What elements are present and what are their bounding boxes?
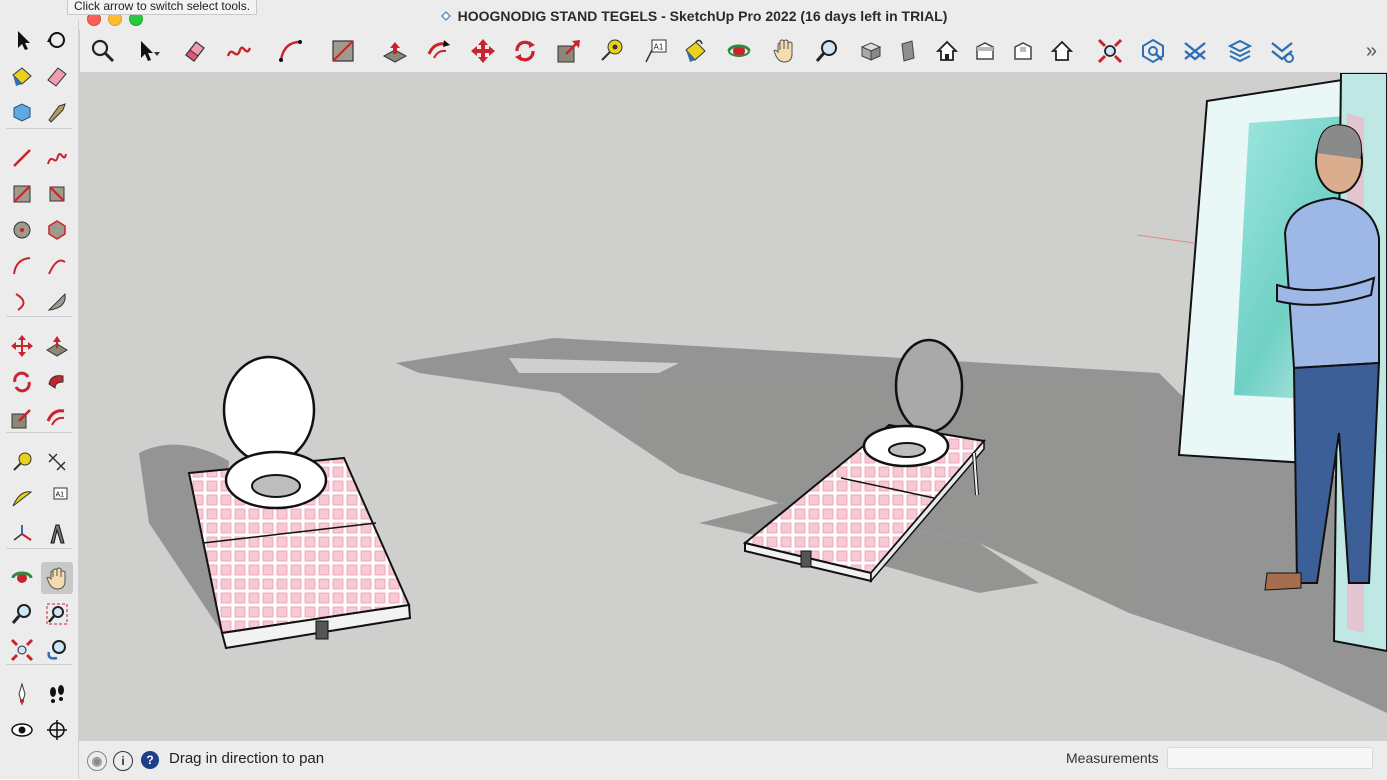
window-title-text: HOOGNODIG STAND TEGELS - SketchUp Pro 20… <box>457 8 948 24</box>
search-tools-icon[interactable] <box>88 36 118 66</box>
scale-icon[interactable] <box>6 402 38 434</box>
arc-icon[interactable] <box>276 36 306 66</box>
pie-icon[interactable] <box>41 286 73 318</box>
line-icon[interactable] <box>6 142 38 174</box>
move-icon[interactable] <box>468 36 498 66</box>
front-view-icon[interactable] <box>932 36 962 66</box>
left-toilet-board[interactable] <box>187 355 412 650</box>
tag-icon[interactable] <box>41 96 73 128</box>
pan-icon[interactable] <box>770 36 800 66</box>
drawing-viewport[interactable] <box>79 73 1387 740</box>
push-pull-icon[interactable] <box>41 330 73 362</box>
credits-icon[interactable]: i <box>113 751 133 771</box>
eraser-icon[interactable] <box>180 36 210 66</box>
move-icon[interactable] <box>6 330 38 362</box>
back-view-icon[interactable] <box>1008 36 1038 66</box>
select-icon[interactable] <box>6 24 38 56</box>
top-view-icon[interactable] <box>893 36 923 66</box>
look-around-icon[interactable] <box>6 714 38 746</box>
svg-text:A1: A1 <box>56 492 65 499</box>
paint-bucket-icon[interactable] <box>6 60 38 92</box>
zoom-extents-icon[interactable] <box>6 634 38 666</box>
extension-manager-icon[interactable] <box>1267 36 1297 66</box>
dimension-icon[interactable] <box>41 446 73 478</box>
scale-icon[interactable] <box>554 36 584 66</box>
zoom-window-icon[interactable] <box>41 598 73 630</box>
component-icon[interactable] <box>6 96 38 128</box>
svg-text:A1: A1 <box>654 43 664 52</box>
orbit-tool-icon[interactable] <box>6 562 38 594</box>
eraser-icon[interactable] <box>41 60 73 92</box>
freehand-icon[interactable] <box>224 36 254 66</box>
warehouse-icon[interactable] <box>1138 36 1168 66</box>
measurements-label: Measurements <box>1066 750 1159 766</box>
toolbar-separator <box>6 128 72 129</box>
circle-icon[interactable] <box>6 214 38 246</box>
axis-line <box>1136 234 1195 244</box>
main-toolbar: A1 » <box>80 30 1387 73</box>
rotated-rectangle-icon[interactable] <box>41 178 73 210</box>
tape-measure-icon[interactable] <box>6 446 38 478</box>
offset-icon[interactable] <box>424 36 454 66</box>
layout-icon[interactable] <box>1225 36 1255 66</box>
left-view-icon[interactable] <box>1047 36 1077 66</box>
offset-icon[interactable] <box>41 402 73 434</box>
zoom-icon[interactable] <box>6 598 38 630</box>
walk-icon[interactable] <box>41 678 73 710</box>
pan-icon[interactable] <box>41 562 73 594</box>
model-scene[interactable] <box>79 73 1387 740</box>
status-hint: Drag in direction to pan <box>169 750 325 767</box>
text-icon[interactable]: A1 <box>41 482 73 514</box>
3d-text-icon[interactable] <box>41 518 73 550</box>
two-point-arc-icon[interactable] <box>41 250 73 282</box>
text-icon[interactable]: A1 <box>640 36 670 66</box>
right-view-icon[interactable] <box>970 36 1000 66</box>
orbit-icon[interactable] <box>41 24 73 56</box>
iso-view-icon[interactable] <box>856 36 886 66</box>
rectangle-icon[interactable] <box>328 36 358 66</box>
protractor-icon[interactable] <box>6 482 38 514</box>
extension-warehouse-icon[interactable] <box>1180 36 1210 66</box>
chevron-right-icon[interactable]: » <box>1366 40 1377 63</box>
zoom-extents-icon[interactable] <box>1095 36 1125 66</box>
tape-measure-icon[interactable] <box>596 36 626 66</box>
polygon-icon[interactable] <box>41 214 73 246</box>
tool-sidebar: A1 <box>0 20 79 779</box>
status-bar: ◉ i ? Drag in direction to pan Measureme… <box>79 740 1387 780</box>
measurements-input[interactable] <box>1167 747 1373 769</box>
sketchup-window: HOOGNODIG STAND TEGELS - SketchUp Pro 20… <box>0 0 1387 780</box>
orbit-icon[interactable] <box>724 36 754 66</box>
axes-icon[interactable] <box>6 518 38 550</box>
freehand-icon[interactable] <box>41 142 73 174</box>
three-point-arc-icon[interactable] <box>6 286 38 318</box>
follow-me-icon[interactable] <box>41 366 73 398</box>
instructor-help-icon[interactable]: ? <box>141 751 159 769</box>
position-camera-icon[interactable] <box>6 678 38 710</box>
geo-location-icon[interactable]: ◉ <box>87 751 107 771</box>
previous-view-icon[interactable] <box>41 634 73 666</box>
rectangle-icon[interactable] <box>6 178 38 210</box>
rotate-icon[interactable] <box>6 366 38 398</box>
rotate-icon[interactable] <box>510 36 540 66</box>
section-plane-icon[interactable] <box>41 714 73 746</box>
sketchup-logo-icon <box>440 11 451 21</box>
push-pull-icon[interactable] <box>380 36 410 66</box>
select-tool-tooltip: Click arrow to switch select tools. <box>67 0 258 15</box>
paint-bucket-icon[interactable] <box>680 36 710 66</box>
arc-icon[interactable] <box>6 250 38 282</box>
zoom-icon[interactable] <box>812 36 842 66</box>
select-icon[interactable] <box>132 36 162 66</box>
